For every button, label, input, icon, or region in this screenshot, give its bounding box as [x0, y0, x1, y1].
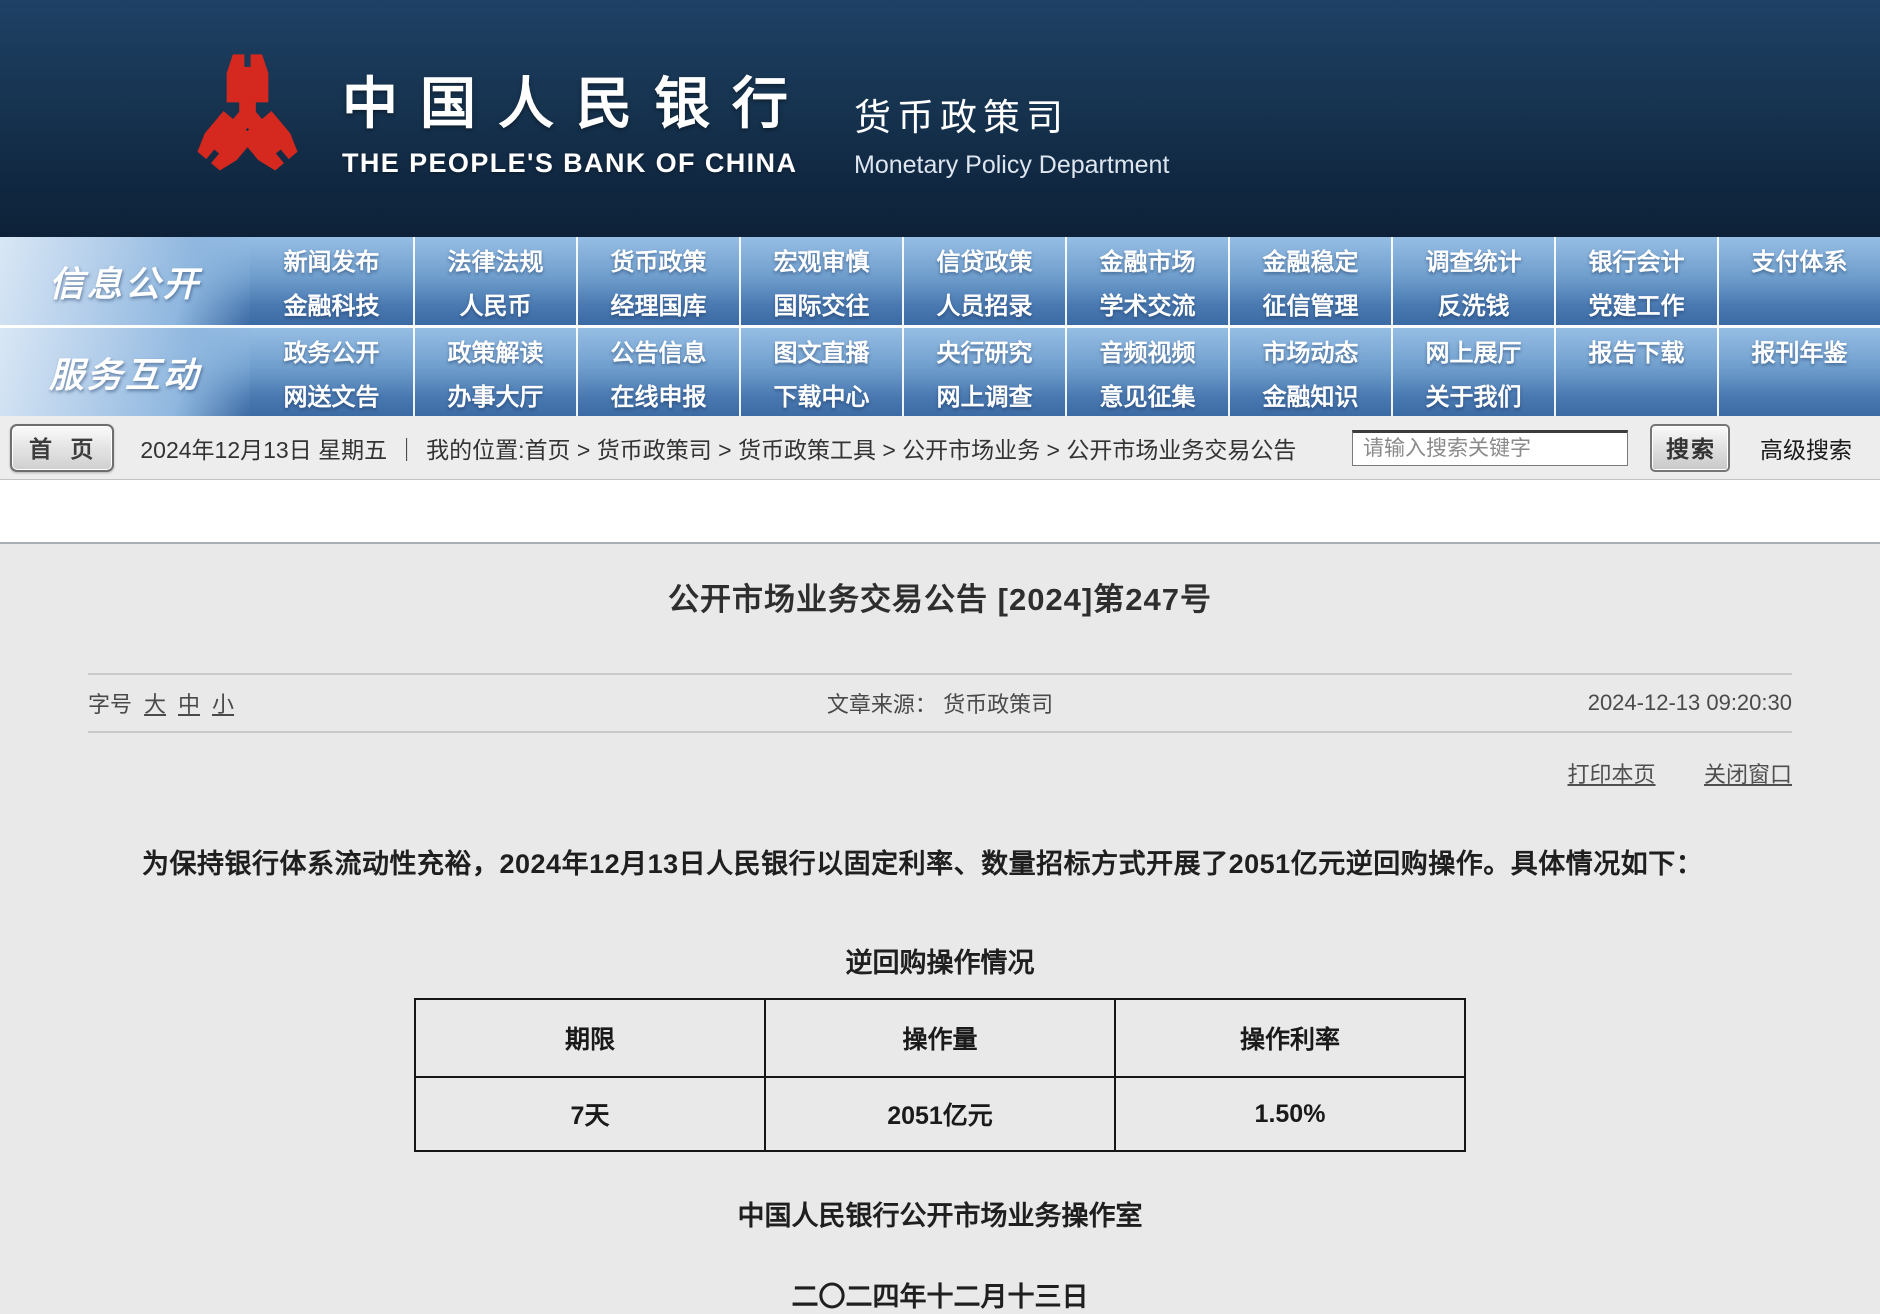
- operations-table: 期限 操作量 操作利率 7天 2051亿元 1.50%: [414, 998, 1466, 1152]
- nav-section-label-information[interactable]: 信息公开: [0, 237, 250, 325]
- nav-item[interactable]: 金融科技: [250, 281, 413, 325]
- article-source-label: 文章来源：: [827, 692, 937, 717]
- nav-item[interactable]: 宏观审慎: [739, 237, 902, 281]
- nav-item[interactable]: 报告下载: [1554, 328, 1717, 372]
- bank-name-block: 中国人民银行 THE PEOPLE'S BANK OF CHINA: [342, 59, 810, 179]
- page-title: 公开市场业务交易公告 [2024]第247号: [88, 544, 1792, 619]
- site-header: 中国人民银行 THE PEOPLE'S BANK OF CHINA 货币政策司 …: [0, 0, 1880, 237]
- nav-section-information: 信息公开 新闻发布 法律法规 货币政策 宏观审慎 信贷政策 金融市场 金融稳定 …: [0, 237, 1880, 325]
- nav-item[interactable]: 网送文告: [250, 372, 413, 416]
- table-header-cell: 操作利率: [1115, 999, 1465, 1077]
- breadcrumb-separator: ｜: [395, 431, 418, 465]
- home-button[interactable]: 首 页: [10, 424, 114, 472]
- nav-item-empty: [1717, 372, 1880, 416]
- advanced-search-link[interactable]: 高级搜索: [1760, 431, 1852, 465]
- nav-item[interactable]: 银行会计: [1554, 237, 1717, 281]
- dept-name-cn: 货币政策司: [854, 87, 1169, 141]
- breadcrumb-trail[interactable]: 我的位置:首页 > 货币政策司 > 货币政策工具 > 公开市场业务 > 公开市场…: [426, 431, 1296, 465]
- nav-item[interactable]: 政策解读: [413, 328, 576, 372]
- nav-row: 新闻发布 法律法规 货币政策 宏观审慎 信贷政策 金融市场 金融稳定 调查统计 …: [250, 237, 1880, 281]
- article-source: 文章来源： 货币政策司: [827, 687, 1053, 719]
- pboc-logo-icon: [185, 44, 310, 194]
- nav-section-label-services[interactable]: 服务互动: [0, 328, 250, 416]
- table-header-row: 期限 操作量 操作利率: [415, 999, 1465, 1077]
- article-paragraph: 为保持银行体系流动性充裕，2024年12月13日人民银行以固定利率、数量招标方式…: [88, 845, 1792, 883]
- nav-item[interactable]: 音频视频: [1065, 328, 1228, 372]
- search-input[interactable]: [1352, 430, 1628, 466]
- table-cell: 7天: [415, 1077, 765, 1151]
- signature: 中国人民银行公开市场业务操作室: [88, 1194, 1792, 1233]
- nav-item[interactable]: 意见征集: [1065, 372, 1228, 416]
- font-size-controls: 字号 大 中 小: [88, 687, 827, 719]
- nav-item[interactable]: 信贷政策: [902, 237, 1065, 281]
- nav-item[interactable]: 央行研究: [902, 328, 1065, 372]
- nav-item[interactable]: 网上调查: [902, 372, 1065, 416]
- article-source-value: 货币政策司: [943, 692, 1053, 717]
- nav-item[interactable]: 网上展厅: [1391, 328, 1554, 372]
- nav-item[interactable]: 在线申报: [576, 372, 739, 416]
- nav-item[interactable]: 反洗钱: [1391, 281, 1554, 325]
- nav-item[interactable]: 货币政策: [576, 237, 739, 281]
- table-cell: 2051亿元: [765, 1077, 1115, 1151]
- breadcrumb-bar: 首 页 2024年12月13日 星期五 ｜ 我的位置:首页 > 货币政策司 > …: [0, 416, 1880, 480]
- article-datetime: 2024-12-13 09:20:30: [1053, 690, 1792, 716]
- nav-row: 网送文告 办事大厅 在线申报 下载中心 网上调查 意见征集 金融知识 关于我们: [250, 372, 1880, 416]
- nav-item[interactable]: 金融市场: [1065, 237, 1228, 281]
- table-cell: 1.50%: [1115, 1077, 1465, 1151]
- nav-item[interactable]: 关于我们: [1391, 372, 1554, 416]
- close-window-link[interactable]: 关闭窗口: [1704, 762, 1792, 787]
- nav-item[interactable]: 金融稳定: [1228, 237, 1391, 281]
- nav-item[interactable]: 报刊年鉴: [1717, 328, 1880, 372]
- main-nav: 信息公开 新闻发布 法律法规 货币政策 宏观审慎 信贷政策 金融市场 金融稳定 …: [0, 237, 1880, 416]
- nav-item[interactable]: 人员招录: [902, 281, 1065, 325]
- article-content: 公开市场业务交易公告 [2024]第247号 字号 大 中 小 文章来源： 货币…: [0, 542, 1880, 1314]
- nav-item[interactable]: 党建工作: [1554, 281, 1717, 325]
- spacer: [0, 480, 1880, 542]
- nav-item[interactable]: 人民币: [413, 281, 576, 325]
- meta-bar: 字号 大 中 小 文章来源： 货币政策司 2024-12-13 09:20:30: [88, 673, 1792, 733]
- nav-item[interactable]: 下载中心: [739, 372, 902, 416]
- department-block: 货币政策司 Monetary Policy Department: [854, 87, 1169, 180]
- font-size-medium-link[interactable]: 中: [178, 687, 200, 719]
- table-header-cell: 期限: [415, 999, 765, 1077]
- nav-item[interactable]: 调查统计: [1391, 237, 1554, 281]
- nav-item[interactable]: 经理国库: [576, 281, 739, 325]
- bank-name-en: THE PEOPLE'S BANK OF CHINA: [342, 148, 810, 179]
- font-size-label: 字号: [88, 687, 132, 719]
- nav-item[interactable]: 学术交流: [1065, 281, 1228, 325]
- nav-item[interactable]: 政务公开: [250, 328, 413, 372]
- nav-item[interactable]: 法律法规: [413, 237, 576, 281]
- nav-row: 金融科技 人民币 经理国库 国际交往 人员招录 学术交流 征信管理 反洗钱 党建…: [250, 281, 1880, 325]
- nav-item[interactable]: 办事大厅: [413, 372, 576, 416]
- nav-item[interactable]: 征信管理: [1228, 281, 1391, 325]
- font-size-small-link[interactable]: 小: [212, 687, 234, 719]
- nav-item[interactable]: 公告信息: [576, 328, 739, 372]
- breadcrumb-date: 2024年12月13日 星期五: [140, 431, 387, 465]
- nav-item[interactable]: 金融知识: [1228, 372, 1391, 416]
- dept-name-en: Monetary Policy Department: [854, 151, 1169, 180]
- bank-name-cn: 中国人民银行: [342, 59, 810, 140]
- font-size-large-link[interactable]: 大: [144, 687, 166, 719]
- nav-section-services: 服务互动 政务公开 政策解读 公告信息 图文直播 央行研究 音频视频 市场动态 …: [0, 325, 1880, 416]
- table-header-cell: 操作量: [765, 999, 1115, 1077]
- nav-item[interactable]: 国际交往: [739, 281, 902, 325]
- nav-item[interactable]: 图文直播: [739, 328, 902, 372]
- search-button[interactable]: 搜索: [1650, 424, 1730, 472]
- article-actions: 打印本页 关闭窗口: [88, 757, 1792, 789]
- print-page-link[interactable]: 打印本页: [1568, 762, 1656, 787]
- nav-row: 政务公开 政策解读 公告信息 图文直播 央行研究 音频视频 市场动态 网上展厅 …: [250, 328, 1880, 372]
- nav-item[interactable]: 支付体系: [1717, 237, 1880, 281]
- nav-item-empty: [1717, 281, 1880, 325]
- table-row: 7天 2051亿元 1.50%: [415, 1077, 1465, 1151]
- search-group: 搜索 高级搜索: [1352, 424, 1852, 472]
- nav-item[interactable]: 新闻发布: [250, 237, 413, 281]
- signature-date: 二〇二四年十二月十三日: [88, 1275, 1792, 1314]
- nav-item[interactable]: 市场动态: [1228, 328, 1391, 372]
- nav-item-empty: [1554, 372, 1717, 416]
- table-title: 逆回购操作情况: [88, 941, 1792, 980]
